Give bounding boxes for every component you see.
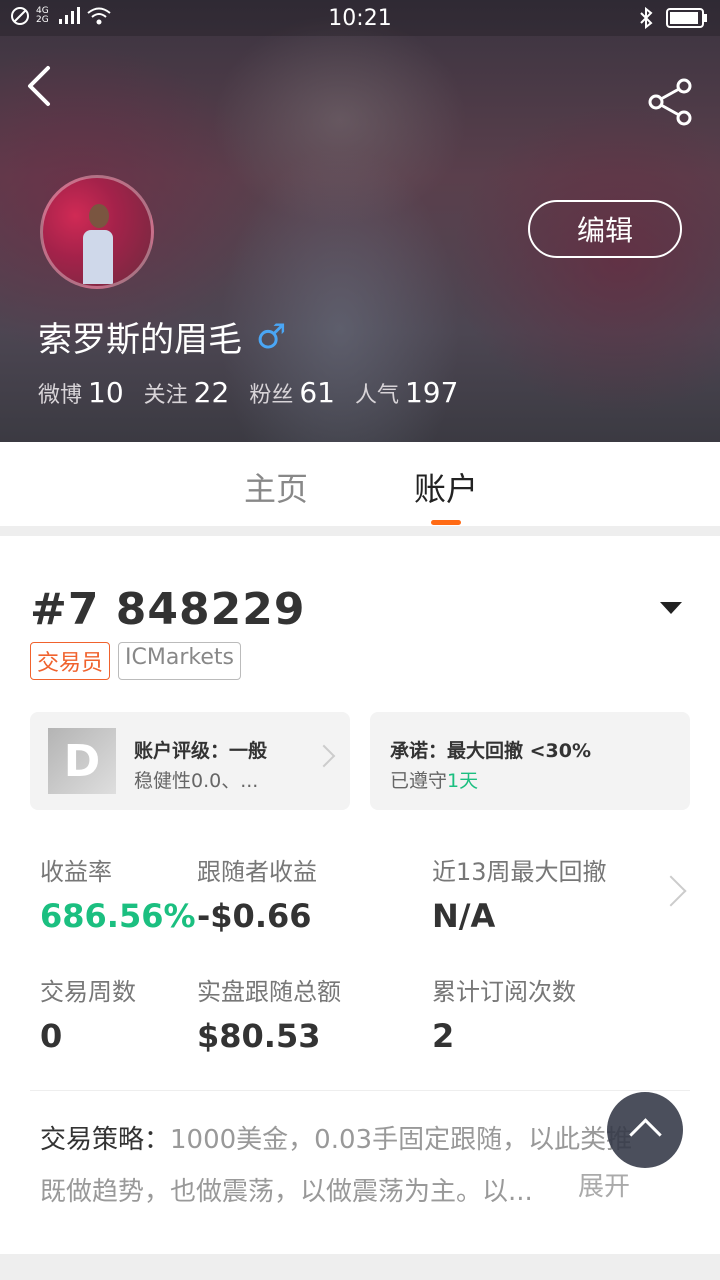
back-icon[interactable]: [22, 62, 62, 110]
stat-label: 关注: [143, 383, 188, 408]
rating-subtitle: 稳健性0.0、...: [134, 770, 259, 792]
metric-trade-weeks: 交易周数 0: [40, 972, 136, 1055]
avatar[interactable]: [40, 175, 154, 289]
status-bar: 4G 2G 10:21: [0, 0, 720, 36]
profile-stats: 微博 10 关注 22 粉丝 61 人气 197: [38, 376, 458, 409]
metric-follow-total: 实盘跟随总额 $80.53: [197, 972, 341, 1055]
stat-value: 197: [404, 376, 459, 409]
promise-box: 承诺：最大回撤 <30% 已遵守1天: [370, 712, 690, 810]
metric-value: N/A: [432, 897, 496, 935]
promise-days: 1天: [447, 770, 479, 792]
status-right: [638, 6, 708, 30]
metric-label: 累计订阅次数: [432, 978, 576, 1006]
account-tags: 交易员 ICMarkets: [30, 642, 241, 680]
username: 索罗斯的眉毛: [38, 320, 242, 360]
rating-title: 账户评级：一般: [134, 740, 268, 762]
stat-value: 61: [299, 376, 335, 409]
clock: 10:21: [328, 6, 392, 31]
tab-bar: 主页 账户: [0, 442, 720, 526]
rating-box[interactable]: D 账户评级：一般 稳健性0.0、...: [30, 712, 350, 810]
stat-following[interactable]: 关注 22: [144, 376, 230, 409]
battery-icon: [666, 8, 707, 28]
strategy-line-1: 1000美金，0.03手固定跟随，以此类推: [170, 1125, 633, 1155]
active-tab-indicator: [431, 520, 461, 525]
metric-label: 交易周数: [40, 978, 136, 1006]
strategy-label: 交易策略：: [40, 1125, 171, 1155]
profile-header: 4G 2G 10:21 编辑 索罗斯的眉毛 ♂ 微博 10 关注 22 粉丝 61: [0, 0, 720, 442]
metric-max-drawdown[interactable]: 近13周最大回撤 N/A: [432, 852, 607, 935]
chevron-right-icon[interactable]: [655, 875, 687, 907]
account-number: #7 848229: [30, 584, 306, 635]
metric-follower-profit: 跟随者收益 -$0.66: [197, 852, 317, 935]
promise-subtitle: 已遵守1天: [390, 766, 478, 793]
metric-value: $80.53: [197, 1017, 321, 1055]
avatar-head: [89, 204, 109, 228]
metric-label: 近13周最大回撤: [432, 858, 607, 886]
bottom-spacer: [0, 1254, 720, 1280]
stat-label: 微博: [38, 383, 83, 408]
metric-label: 跟随者收益: [197, 858, 317, 886]
metric-value: 686.56%: [40, 897, 196, 935]
tab-home[interactable]: 主页: [244, 464, 308, 510]
metric-subscriptions: 累计订阅次数 2: [432, 972, 576, 1055]
metric-label: 实盘跟随总额: [197, 978, 341, 1006]
tag-trader: 交易员: [30, 642, 111, 680]
stat-label: 人气: [354, 383, 399, 408]
stat-value: 22: [193, 376, 230, 409]
male-gender-icon: ♂: [256, 316, 287, 357]
stat-weibo[interactable]: 微博 10: [38, 376, 124, 409]
divider: [30, 1090, 690, 1091]
metric-value: 2: [432, 1017, 455, 1055]
stat-popularity: 人气 197: [355, 376, 458, 409]
username-row: 索罗斯的眉毛 ♂: [38, 312, 286, 361]
bluetooth-icon: [640, 6, 653, 30]
promise-prefix: 已遵守: [390, 770, 448, 792]
chevron-right-icon: [312, 744, 336, 768]
tab-account[interactable]: 账户: [414, 464, 478, 510]
rating-badge: D: [48, 728, 116, 794]
scroll-top-button[interactable]: [607, 1092, 683, 1168]
expand-link[interactable]: 展开: [578, 1166, 630, 1203]
metric-return-rate: 收益率 686.56%: [40, 852, 196, 935]
tag-broker: ICMarkets: [118, 642, 241, 680]
edit-button[interactable]: 编辑: [528, 200, 682, 258]
stat-fans[interactable]: 粉丝 61: [249, 376, 335, 409]
screen: 4G 2G 10:21 编辑 索罗斯的眉毛 ♂ 微博 10 关注 22 粉丝 61: [0, 0, 720, 1280]
metric-label: 收益率: [40, 858, 112, 886]
share-icon[interactable]: [646, 78, 694, 126]
promise-title: 承诺：最大回撤 <30%: [390, 740, 592, 762]
stat-value: 10: [88, 376, 124, 409]
metric-value: -$0.66: [197, 897, 312, 935]
metric-value: 0: [40, 1017, 63, 1055]
avatar-body: [83, 230, 113, 284]
account-dropdown-icon[interactable]: [660, 602, 682, 614]
stat-label: 粉丝: [249, 383, 294, 408]
chevron-up-icon: [629, 1118, 662, 1151]
